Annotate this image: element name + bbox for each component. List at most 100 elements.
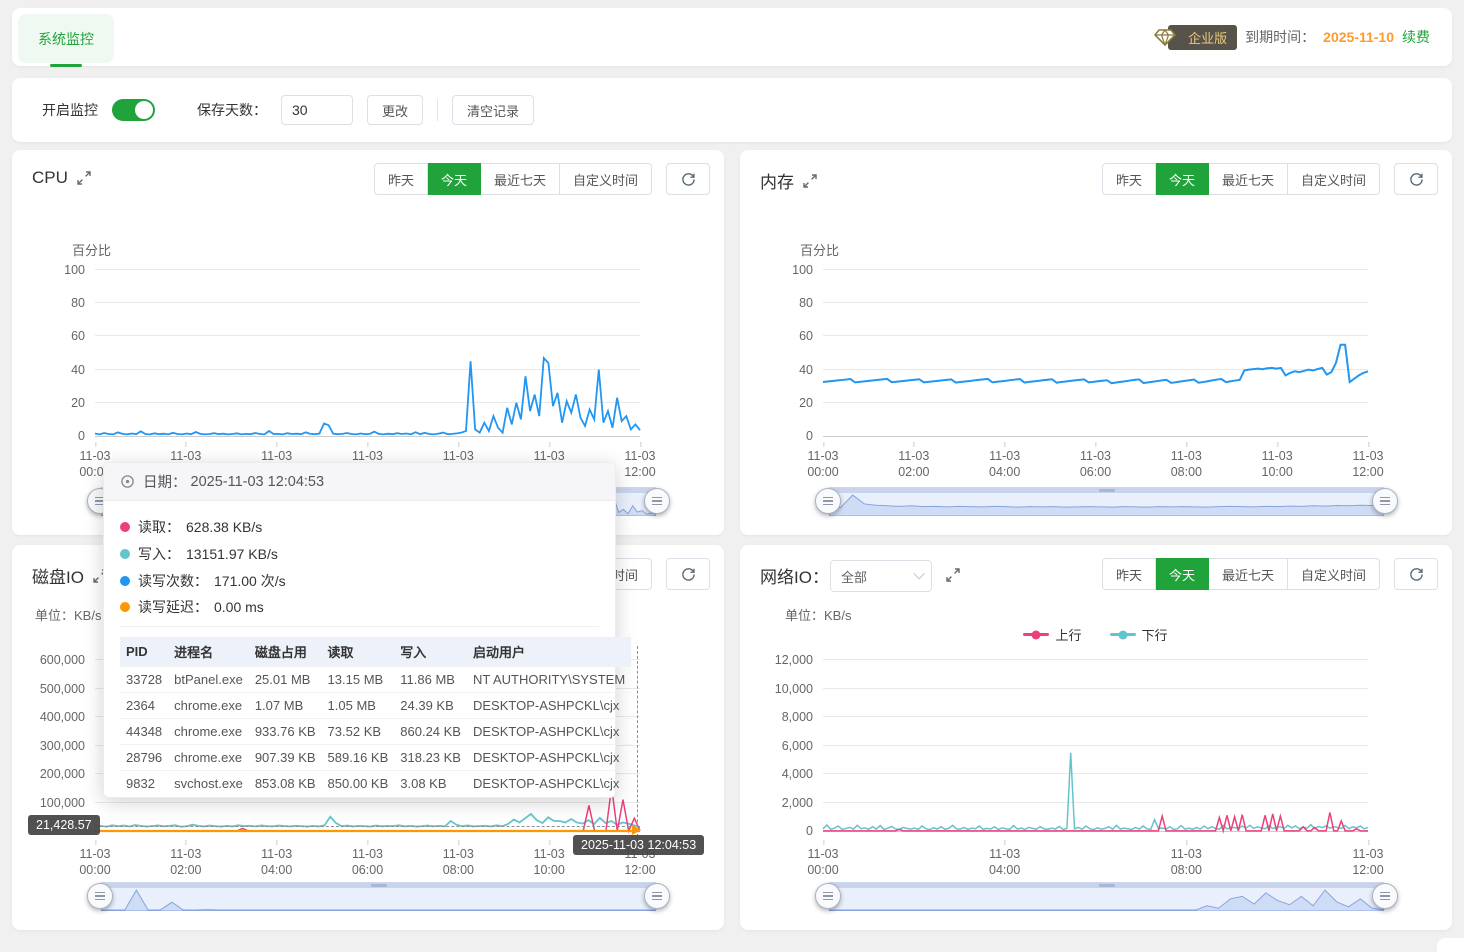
monitor-toggle[interactable] [112, 99, 155, 121]
range-custom[interactable]: 自定义时间 [1288, 163, 1380, 195]
y-tick-label: 20 [759, 396, 813, 410]
table-row: 44348chrome.exe933.76 KB73.52 KB860.24 K… [120, 719, 631, 745]
network-range-buttons: 昨天 今天 最近七天 自定义时间 [1102, 558, 1380, 590]
memory-datazoom-slider[interactable] [828, 487, 1385, 515]
y-tick-label: 20 [31, 396, 85, 410]
range-week[interactable]: 最近七天 [1209, 558, 1288, 590]
slider-track[interactable] [828, 882, 1385, 910]
x-tick-label: 11-0300:00 [79, 840, 110, 879]
divider [437, 99, 438, 121]
y-tick-label: 40 [759, 363, 813, 377]
range-today[interactable]: 今天 [1156, 163, 1209, 195]
y-tick-label: 60 [759, 329, 813, 343]
slider-handle-right[interactable] [1372, 488, 1398, 514]
range-yesterday[interactable]: 昨天 [1102, 558, 1156, 590]
save-days-input[interactable] [281, 95, 353, 125]
network-title-text: 网络IO： [760, 563, 829, 588]
expire-date: 2025-11-10 [1323, 29, 1394, 45]
slider-handle-right[interactable] [644, 488, 670, 514]
clock-target-icon [120, 474, 135, 489]
range-week[interactable]: 最近七天 [1209, 163, 1288, 195]
renew-link[interactable]: 续费 [1402, 27, 1430, 47]
range-today[interactable]: 今天 [428, 163, 481, 195]
fullscreen-icon[interactable] [946, 568, 960, 582]
slider-handle-right[interactable] [644, 883, 670, 909]
tooltip-date-value: 2025-11-03 12:04:53 [191, 474, 325, 490]
disk-x-axis: 11-0300:0011-0302:0011-0304:0011-0306:00… [95, 840, 640, 874]
top-bar: 系统监控 企业版 到期时间： 2025-11-10 续费 [12, 8, 1452, 66]
clear-records-button[interactable]: 清空记录 [452, 95, 534, 125]
tooltip-metric-latency: 读写延迟： 0.00 ms [120, 594, 599, 627]
y-tick-label: 100 [759, 263, 813, 277]
disk-datazoom-slider[interactable] [100, 882, 657, 910]
range-custom[interactable]: 自定义时间 [560, 163, 652, 195]
y-tick-label: 80 [31, 296, 85, 310]
range-week[interactable]: 最近七天 [481, 163, 560, 195]
table-header: 读取 [322, 637, 395, 667]
slider-handle-left[interactable] [815, 488, 841, 514]
latency-label: 读写延迟： [138, 597, 208, 617]
save-days-label: 保存天数： [197, 100, 267, 120]
y-tick-label: 80 [759, 296, 813, 310]
tab-active-indicator [50, 64, 82, 67]
slider-track[interactable] [828, 487, 1385, 515]
change-button[interactable]: 更改 [367, 95, 423, 125]
fullscreen-icon[interactable] [803, 174, 817, 188]
table-cell: 9832 [120, 771, 168, 797]
memory-panel-title: 内存 [760, 168, 817, 193]
range-today[interactable]: 今天 [1156, 558, 1209, 590]
crosshair-horizontal [95, 826, 640, 827]
tab-label: 系统监控 [38, 29, 94, 49]
y-tick-label: 0 [759, 429, 813, 443]
table-cell: 33728 [120, 667, 168, 693]
license-info: 企业版 到期时间： 2025-11-10 续费 [1154, 8, 1430, 66]
network-io-panel: 网络IO： 全部 昨天 今天 最近七天 自定义时间 单位：KB/s 上行 下行 … [740, 545, 1452, 930]
table-cell: 907.39 KB [249, 745, 322, 771]
refresh-button[interactable] [1394, 163, 1438, 195]
CPU-line [95, 358, 640, 434]
table-cell: svchost.exe [168, 771, 249, 797]
x-tick-label: 11-0312:00 [624, 442, 655, 481]
range-yesterday[interactable]: 昨天 [374, 163, 428, 195]
refresh-button[interactable] [666, 163, 710, 195]
range-custom[interactable]: 自定义时间 [1288, 558, 1380, 590]
x-tick-label: 11-0310:00 [1262, 442, 1293, 481]
disk-title-text: 磁盘IO [32, 563, 84, 588]
legend-upload[interactable]: 上行 [1023, 625, 1081, 644]
refresh-button[interactable] [666, 558, 710, 590]
chart-tooltip: 日期： 2025-11-03 12:04:53 读取： 628.38 KB/s … [103, 462, 616, 798]
y-tick-label: 4,000 [759, 767, 813, 781]
y-tick-label: 12,000 [759, 653, 813, 667]
slider-handle-left[interactable] [815, 883, 841, 909]
write-value: 13151.97 KB/s [186, 546, 278, 562]
cpu-range-buttons: 昨天 今天 最近七天 自定义时间 [374, 163, 652, 195]
network-interface-select[interactable]: 全部 [830, 560, 932, 592]
legend-download-marker [1110, 633, 1136, 636]
slider-track[interactable] [100, 882, 657, 910]
table-cell: 933.76 KB [249, 719, 322, 745]
disk-panel-title: 磁盘IO [32, 563, 107, 588]
y-tick-label: 6,000 [759, 739, 813, 753]
x-tick-label: 11-0308:00 [1171, 840, 1202, 879]
legend-download[interactable]: 下行 [1110, 625, 1168, 644]
slider-handle-right[interactable] [1372, 883, 1398, 909]
iops-label: 读写次数： [138, 571, 208, 591]
plan-badge: 企业版 [1168, 25, 1237, 50]
table-cell: btPanel.exe [168, 667, 249, 693]
x-tick-label: 11-0308:00 [1171, 442, 1202, 481]
network-panel-title: 网络IO： [760, 563, 829, 588]
y-tick-label: 10,000 [759, 682, 813, 696]
network-chart: 02,0004,0006,0008,00010,00012,000 [823, 646, 1368, 832]
fullscreen-icon[interactable] [77, 171, 91, 185]
refresh-button[interactable] [1394, 558, 1438, 590]
network-y-axis-unit: 单位：KB/s [785, 605, 851, 624]
select-value: 全部 [841, 567, 867, 586]
tab-system-monitor[interactable]: 系统监控 [18, 14, 114, 63]
内存使用率-line [823, 345, 1368, 384]
tooltip-metric-write: 写入： 13151.97 KB/s [120, 540, 599, 567]
range-yesterday[interactable]: 昨天 [1102, 163, 1156, 195]
table-cell: 13.15 MB [322, 667, 395, 693]
slider-handle-left[interactable] [87, 883, 113, 909]
network-datazoom-slider[interactable] [828, 882, 1385, 910]
tooltip-header: 日期： 2025-11-03 12:04:53 [104, 463, 615, 501]
